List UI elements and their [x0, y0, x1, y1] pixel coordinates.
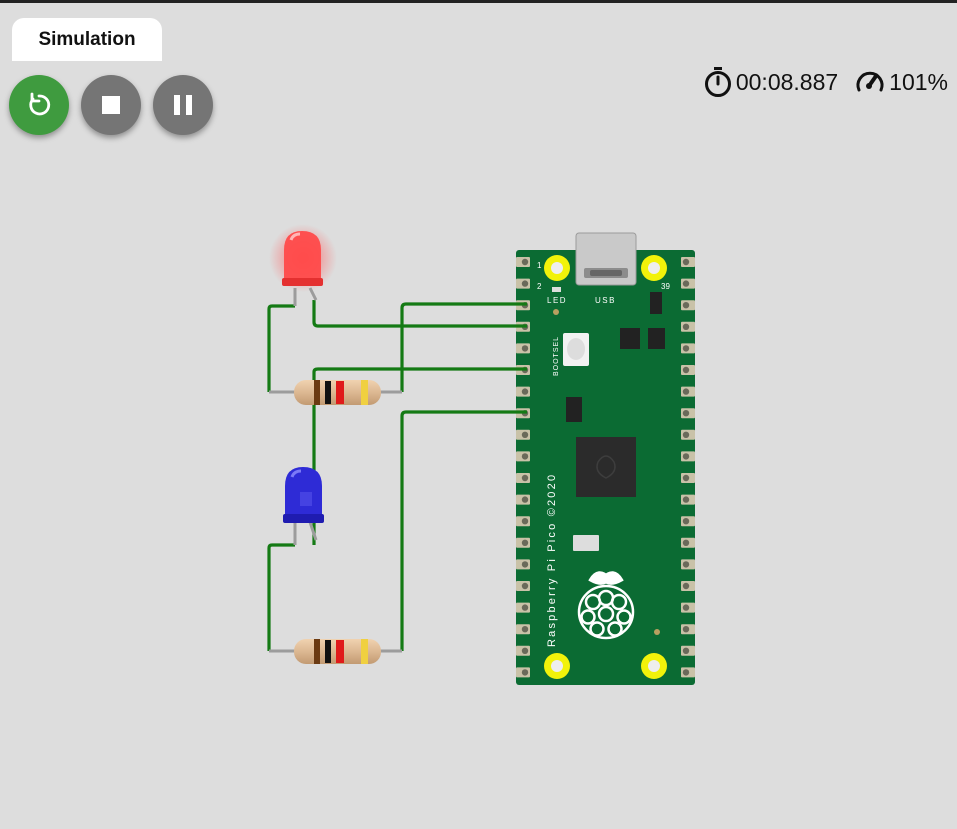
resistor-1-band-4 — [361, 380, 368, 405]
pin-right-37[interactable] — [681, 321, 695, 332]
pin-right-26[interactable] — [681, 559, 695, 570]
circuit-canvas: 1 2 39 LED USB BOOTSEL Raspberry Pi Pico… — [267, 224, 695, 685]
pin-left-12[interactable] — [516, 494, 530, 505]
red-led[interactable] — [269, 224, 337, 306]
pin-right-39[interactable] — [681, 278, 695, 289]
resistor-1[interactable] — [269, 380, 402, 405]
pin-right-34[interactable] — [681, 386, 695, 397]
pin-left-10[interactable] — [516, 451, 530, 462]
pin-right-29[interactable] — [681, 494, 695, 505]
led-label: LED — [547, 296, 567, 305]
pin-right-27[interactable] — [681, 537, 695, 548]
led-indicator — [552, 287, 561, 292]
pin-left-9[interactable] — [516, 429, 530, 440]
pin-left-13[interactable] — [516, 516, 530, 527]
pin-right-33[interactable] — [681, 408, 695, 419]
rp2040-chip — [576, 437, 636, 497]
pin-left-20[interactable] — [516, 667, 530, 678]
pin-left-11[interactable] — [516, 473, 530, 483]
pin-right-38[interactable] — [681, 300, 695, 311]
pin-left-14[interactable] — [516, 537, 530, 548]
resistor-2-band-4 — [361, 639, 368, 664]
pin-right-36[interactable] — [681, 343, 695, 354]
pin-right-22[interactable] — [681, 645, 695, 656]
blue-led[interactable] — [283, 467, 324, 545]
pin-right-25[interactable] — [681, 581, 695, 591]
pin-label-1: 1 — [537, 261, 542, 270]
pin-left-18[interactable] — [516, 624, 530, 635]
pin-right-23[interactable] — [681, 624, 695, 635]
pin-left-19[interactable] — [516, 645, 530, 656]
resistor-2[interactable] — [269, 639, 402, 664]
pin-left-15[interactable] — [516, 559, 530, 570]
pin-left-5[interactable] — [516, 343, 530, 354]
board-name: Raspberry Pi Pico ©2020 — [546, 473, 558, 647]
resistor-2-band-1 — [314, 639, 320, 664]
usb-connector — [575, 232, 637, 286]
bootsel-label: BOOTSEL — [553, 336, 560, 376]
resistor-1-band-2 — [325, 381, 331, 404]
pin-label-39: 39 — [661, 282, 670, 291]
pin-left-2[interactable] — [516, 278, 530, 289]
pin-right-28[interactable] — [681, 516, 695, 527]
pin-right-30[interactable] — [681, 473, 695, 483]
pin-right-40[interactable] — [681, 257, 695, 267]
bootsel-button[interactable] — [563, 333, 589, 366]
resistor-2-band-3 — [336, 640, 344, 663]
pin-left-1[interactable] — [516, 257, 530, 267]
usb-label: USB — [595, 296, 616, 305]
resistor-2-band-2 — [325, 640, 331, 663]
resistor-1-band-3 — [336, 381, 344, 404]
resistor-1-band-1 — [314, 380, 320, 405]
pin-left-17[interactable] — [516, 602, 530, 613]
pin-right-31[interactable] — [681, 451, 695, 462]
pin-right-21[interactable] — [681, 667, 695, 678]
pin-right-24[interactable] — [681, 602, 695, 613]
raspberry-pi-pico[interactable]: 1 2 39 LED USB BOOTSEL Raspberry Pi Pico… — [516, 232, 695, 685]
pin-left-7[interactable] — [516, 386, 530, 397]
pin-left-16[interactable] — [516, 581, 530, 591]
pin-right-32[interactable] — [681, 429, 695, 440]
pin-right-35[interactable] — [681, 365, 695, 375]
pin-label-2: 2 — [537, 282, 542, 291]
